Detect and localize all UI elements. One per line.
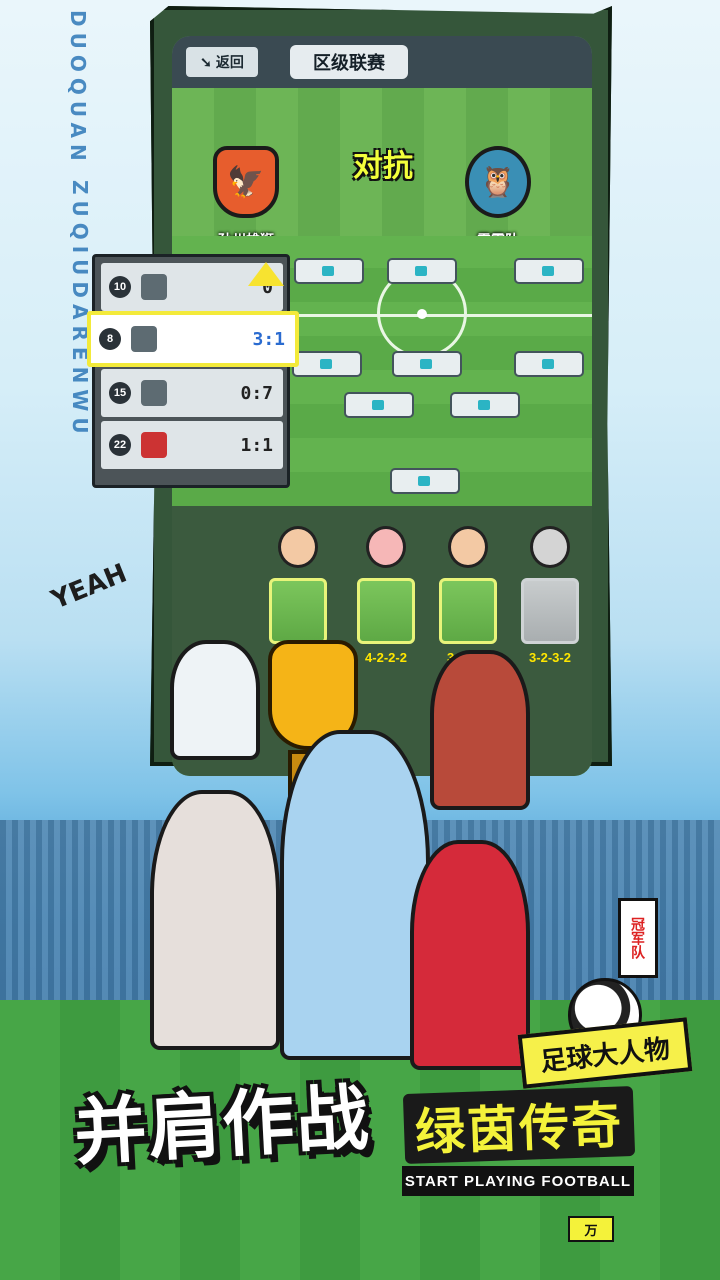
match-score: 3:1 <box>252 328 285 350</box>
player-slot[interactable] <box>387 258 457 284</box>
player-slot[interactable] <box>344 392 414 418</box>
player-red-shirt <box>410 840 530 1070</box>
formation-option-3[interactable]: 3-1-4-2 <box>428 526 508 665</box>
player-slot[interactable] <box>450 392 520 418</box>
back-label: 返回 <box>215 54 244 70</box>
slogan-right-box: 绿茵传奇 <box>402 1086 636 1164</box>
player-slot[interactable] <box>514 258 584 284</box>
coach-avatar <box>530 526 570 568</box>
back-button[interactable]: ➘ 返回 <box>186 47 258 77</box>
formation-card <box>357 578 415 644</box>
player-slot[interactable] <box>294 258 364 284</box>
coach-avatar <box>448 526 488 568</box>
top-bar: ➘ 返回 区级联赛 <box>172 36 592 88</box>
player-slot[interactable] <box>292 351 362 377</box>
back-arrow-icon: ➘ <box>200 53 212 70</box>
slogan-right: 绿茵传奇 <box>414 1097 625 1161</box>
rank-up-arrow-icon <box>248 262 284 286</box>
formation-label: 3-2-3-2 <box>529 650 571 665</box>
champion-tag: 冠军队 <box>618 898 658 978</box>
match-score: 1:1 <box>240 434 273 456</box>
team-avatar <box>141 432 167 458</box>
center-spot <box>417 309 427 319</box>
team-avatar <box>131 326 157 352</box>
formation-card <box>521 578 579 644</box>
eagle-crest-icon: 🦅 <box>213 146 279 218</box>
rank-badge: 22 <box>109 434 131 456</box>
player-slot[interactable] <box>390 468 460 494</box>
cheering-player-left <box>170 640 260 760</box>
standings-row[interactable]: 15 0:7 <box>101 369 283 417</box>
player-slot[interactable] <box>514 351 584 377</box>
home-team[interactable]: 🦅 孙州雄狮 <box>186 146 306 250</box>
standings-row-highlighted[interactable]: 8 3:1 <box>87 311 299 367</box>
coach-avatar <box>278 526 318 568</box>
coach-avatar <box>366 526 406 568</box>
rank-badge: 8 <box>99 328 121 350</box>
page-title: 区级联赛 <box>290 45 408 79</box>
league-standings: 10 0 8 3:1 15 0:7 22 1:1 <box>87 254 299 488</box>
rank-badge: 15 <box>109 382 131 404</box>
bird-crest-icon: 🦉 <box>465 146 531 218</box>
formation-option-4[interactable]: 3-2-3-2 <box>510 526 590 665</box>
corner-tag: 万 <box>568 1216 614 1242</box>
match-score: 0:7 <box>240 382 273 404</box>
sub-slogan: START PLAYING FOOTBALL <box>402 1166 634 1196</box>
player-slot[interactable] <box>392 351 462 377</box>
standings-row[interactable]: 22 1:1 <box>101 421 283 469</box>
formation-card <box>269 578 327 644</box>
formation-card <box>439 578 497 644</box>
slogan-left: 并肩作战 <box>72 1078 373 1174</box>
player-striped-shirt <box>280 730 430 1060</box>
game-logo-text: 足球大人物 <box>517 1017 693 1089</box>
team-avatar <box>141 380 167 406</box>
rank-badge: 10 <box>109 276 131 298</box>
team-avatar <box>141 274 167 300</box>
player-gray-shirt <box>150 790 280 1050</box>
game-logo: 足球大人物 <box>517 978 693 1090</box>
cheering-player-right <box>430 650 530 810</box>
away-team[interactable]: 🦉 雷霆队 <box>438 146 558 250</box>
